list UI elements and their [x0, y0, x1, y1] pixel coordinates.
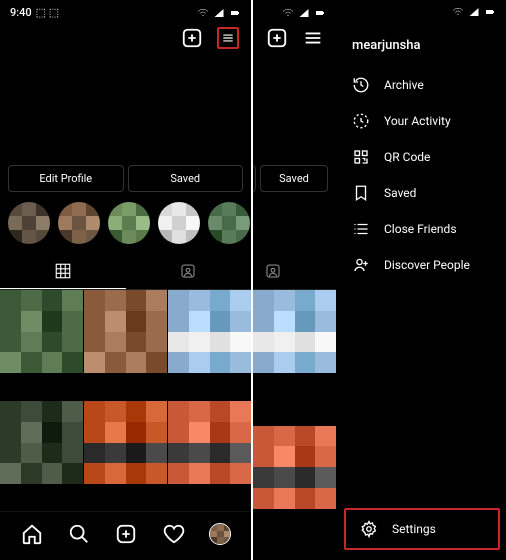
menu-item-discover[interactable]: Discover People [338, 247, 506, 283]
plus-square-icon [115, 523, 137, 545]
edit-profile-button[interactable]: Edit Profile [253, 165, 256, 192]
nav-profile[interactable] [209, 523, 231, 545]
signal-icon [213, 7, 225, 19]
wifi-icon [197, 7, 209, 19]
shifted-profile-content: 9:40 ⬚ ⬚ Edit Profile Saved [253, 0, 336, 560]
post-thumbnail[interactable] [0, 290, 83, 373]
clock: 9:40 [10, 6, 32, 19]
search-icon [68, 523, 90, 545]
phone-screenshot-left: 9:40 ⬚ ⬚ Edit Profile Saved [0, 0, 251, 560]
story-highlight[interactable] [208, 202, 250, 244]
wifi-icon [452, 6, 464, 18]
menu-item-archive[interactable]: Archive [338, 67, 506, 103]
saved-button[interactable]: Saved [128, 165, 244, 192]
battery-icon [484, 6, 496, 18]
battery-icon [314, 7, 326, 19]
story-highlight[interactable] [58, 202, 100, 244]
phone-screenshot-right: 9:40 ⬚ ⬚ Edit Profile Saved [253, 0, 506, 560]
story-highlights-row [253, 202, 336, 254]
menu-label: Saved [384, 186, 416, 200]
tab-grid[interactable] [0, 254, 126, 289]
saved-button[interactable]: Saved [260, 165, 328, 192]
posts-grid [253, 290, 336, 560]
nav-search[interactable] [67, 522, 91, 546]
menu-label: Your Activity [384, 114, 451, 128]
menu-username: mearjunsha [338, 32, 506, 67]
discover-icon [352, 256, 370, 274]
menu-label: Close Friends [384, 222, 457, 236]
story-highlight[interactable] [8, 202, 50, 244]
post-thumbnail[interactable] [84, 401, 167, 484]
status-bar-overlay [338, 0, 506, 20]
list-icon [352, 220, 370, 238]
profile-tabs [253, 254, 336, 290]
posts-grid [0, 290, 251, 511]
signal-icon [298, 7, 310, 19]
signal-icon [468, 6, 480, 18]
menu-item-settings[interactable]: Settings [344, 508, 500, 550]
new-post-button[interactable] [266, 27, 288, 49]
home-icon [21, 523, 43, 545]
new-post-button[interactable] [181, 27, 203, 49]
post-thumbnail[interactable] [253, 290, 336, 373]
tagged-icon [179, 262, 197, 280]
edit-profile-button[interactable]: Edit Profile [8, 165, 124, 192]
tagged-icon [264, 262, 282, 280]
menu-item-saved[interactable]: Saved [338, 175, 506, 211]
menu-label: Discover People [384, 258, 470, 272]
bottom-nav [0, 511, 251, 560]
story-highlight[interactable] [158, 202, 200, 244]
profile-tabs [0, 254, 251, 290]
hamburger-menu-button[interactable] [217, 27, 239, 49]
archive-icon [352, 76, 370, 94]
status-bar: 9:40 ⬚ ⬚ [0, 0, 251, 21]
post-thumbnail[interactable] [0, 401, 83, 484]
nav-home[interactable] [20, 522, 44, 546]
grid-icon [54, 262, 72, 280]
status-bar: 9:40 ⬚ ⬚ [253, 0, 336, 21]
menu-label: QR Code [384, 150, 430, 164]
battery-icon [229, 7, 241, 19]
wifi-icon [282, 7, 294, 19]
activity-icon [352, 112, 370, 130]
hamburger-menu-button[interactable] [302, 27, 324, 49]
post-thumbnail[interactable] [253, 426, 336, 509]
bookmark-icon [352, 184, 370, 202]
menu-label: Settings [392, 522, 436, 536]
post-thumbnail[interactable] [168, 401, 251, 484]
profile-info-area [0, 55, 251, 165]
post-thumbnail[interactable] [84, 290, 167, 373]
tab-tagged[interactable] [253, 254, 336, 289]
nav-new[interactable] [114, 522, 138, 546]
profile-header [0, 21, 251, 55]
gear-icon [360, 520, 378, 538]
heart-icon [163, 523, 185, 545]
story-highlight[interactable] [108, 202, 150, 244]
menu-item-activity[interactable]: Your Activity [338, 103, 506, 139]
menu-label: Archive [384, 78, 424, 92]
tab-tagged[interactable] [126, 254, 252, 289]
status-extra: ⬚ ⬚ [36, 6, 60, 19]
profile-action-row: Edit Profile Saved [0, 165, 251, 192]
side-menu-panel: mearjunsha Archive Your Activity QR Code… [338, 0, 506, 560]
menu-item-qr[interactable]: QR Code [338, 139, 506, 175]
profile-action-row: Edit Profile Saved [253, 165, 336, 192]
story-highlights-row [0, 202, 251, 254]
post-thumbnail[interactable] [168, 290, 251, 373]
profile-info-area [253, 55, 336, 165]
qr-icon [352, 148, 370, 166]
profile-header [253, 21, 336, 55]
nav-activity[interactable] [162, 522, 186, 546]
menu-item-close-friends[interactable]: Close Friends [338, 211, 506, 247]
